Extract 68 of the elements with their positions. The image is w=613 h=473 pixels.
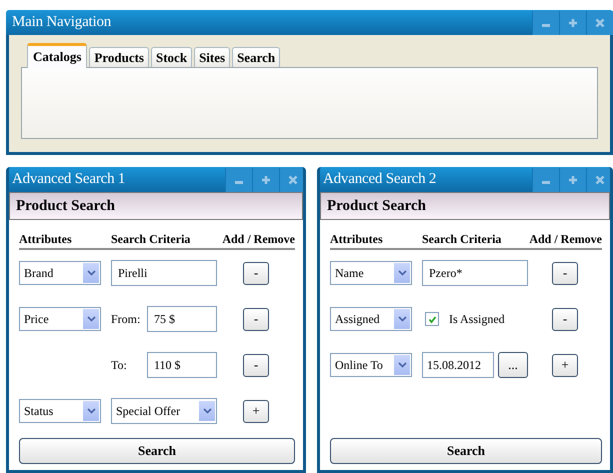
checkbox-label: Is Assigned (449, 312, 505, 326)
maximize-button[interactable] (559, 10, 586, 34)
tab[interactable]: Sites (194, 47, 230, 67)
column-header: Attributes (19, 232, 73, 246)
add-remove-button[interactable]: - (552, 308, 578, 330)
close-icon (595, 174, 605, 184)
column-header: Search Criteria (111, 232, 192, 246)
plus-icon (568, 174, 578, 184)
plus-icon (261, 174, 271, 184)
maximize-button[interactable] (559, 168, 586, 192)
close-icon (595, 18, 605, 28)
add-remove-button[interactable]: - (552, 262, 578, 284)
column-header: Attributes (330, 232, 384, 246)
tab[interactable]: Catalogs (27, 43, 88, 68)
chevron-down-icon (83, 401, 99, 421)
close-button[interactable] (586, 10, 613, 34)
window-title: Advanced Search 2 (322, 171, 438, 188)
tab[interactable]: Search (232, 47, 280, 67)
section-header: Product Search (320, 192, 610, 220)
minimize-icon (542, 181, 550, 184)
add-remove-button[interactable]: + (552, 354, 578, 376)
date-field[interactable]: 15.08.2012 (422, 352, 494, 378)
chevron-down-icon (83, 263, 99, 283)
attribute-dropdown[interactable]: Price (19, 307, 101, 331)
tab[interactable]: Stock (151, 47, 192, 67)
minimize-button[interactable] (225, 168, 252, 192)
window-title: Advanced Search 1 (11, 171, 126, 188)
attribute-dropdown[interactable]: Brand (19, 261, 101, 285)
add-remove-button[interactable]: - (243, 308, 269, 330)
input-field[interactable]: Pirelli (111, 260, 217, 286)
chevron-down-icon (394, 263, 410, 283)
chevron-down-icon (394, 309, 410, 329)
column-header: Search Criteria (422, 232, 502, 246)
chevron-down-icon (199, 401, 215, 421)
tab[interactable]: Products (89, 47, 149, 67)
plus-icon (568, 18, 578, 28)
criteria-dropdown[interactable]: Special Offer (111, 398, 217, 424)
attribute-dropdown[interactable]: Status (19, 399, 101, 423)
column-header: Add / Remove (529, 232, 602, 246)
field-label: To: (111, 358, 128, 372)
window-title: Main Navigation (11, 14, 112, 31)
section-header: Product Search (9, 192, 303, 220)
input-field[interactable]: Pzero* (422, 260, 528, 286)
column-header: Add / Remove (222, 232, 295, 246)
add-remove-button[interactable]: - (243, 354, 269, 376)
maximize-button[interactable] (252, 168, 279, 192)
minimize-button[interactable] (532, 10, 559, 34)
close-icon (288, 174, 298, 184)
attribute-dropdown[interactable]: Assigned (330, 307, 412, 331)
search-button[interactable]: Search (19, 438, 295, 464)
chevron-down-icon (394, 355, 410, 375)
close-button[interactable] (279, 168, 303, 192)
minimize-icon (235, 181, 243, 184)
attribute-dropdown[interactable]: Online To (330, 353, 412, 377)
minimize-icon (542, 24, 550, 27)
checkbox[interactable] (425, 312, 439, 326)
field-label: From: (111, 312, 142, 326)
minimize-button[interactable] (532, 168, 559, 192)
add-remove-button[interactable]: - (243, 262, 269, 284)
date-picker-button[interactable]: ... (498, 352, 528, 378)
search-button[interactable]: Search (330, 438, 602, 464)
add-remove-button[interactable]: + (243, 400, 269, 422)
input-field[interactable]: 75 $ (147, 306, 217, 332)
close-button[interactable] (586, 168, 610, 192)
input-field[interactable]: 110 $ (147, 352, 217, 378)
chevron-down-icon (83, 309, 99, 329)
attribute-dropdown[interactable]: Name (330, 261, 412, 285)
check-icon (428, 314, 436, 324)
